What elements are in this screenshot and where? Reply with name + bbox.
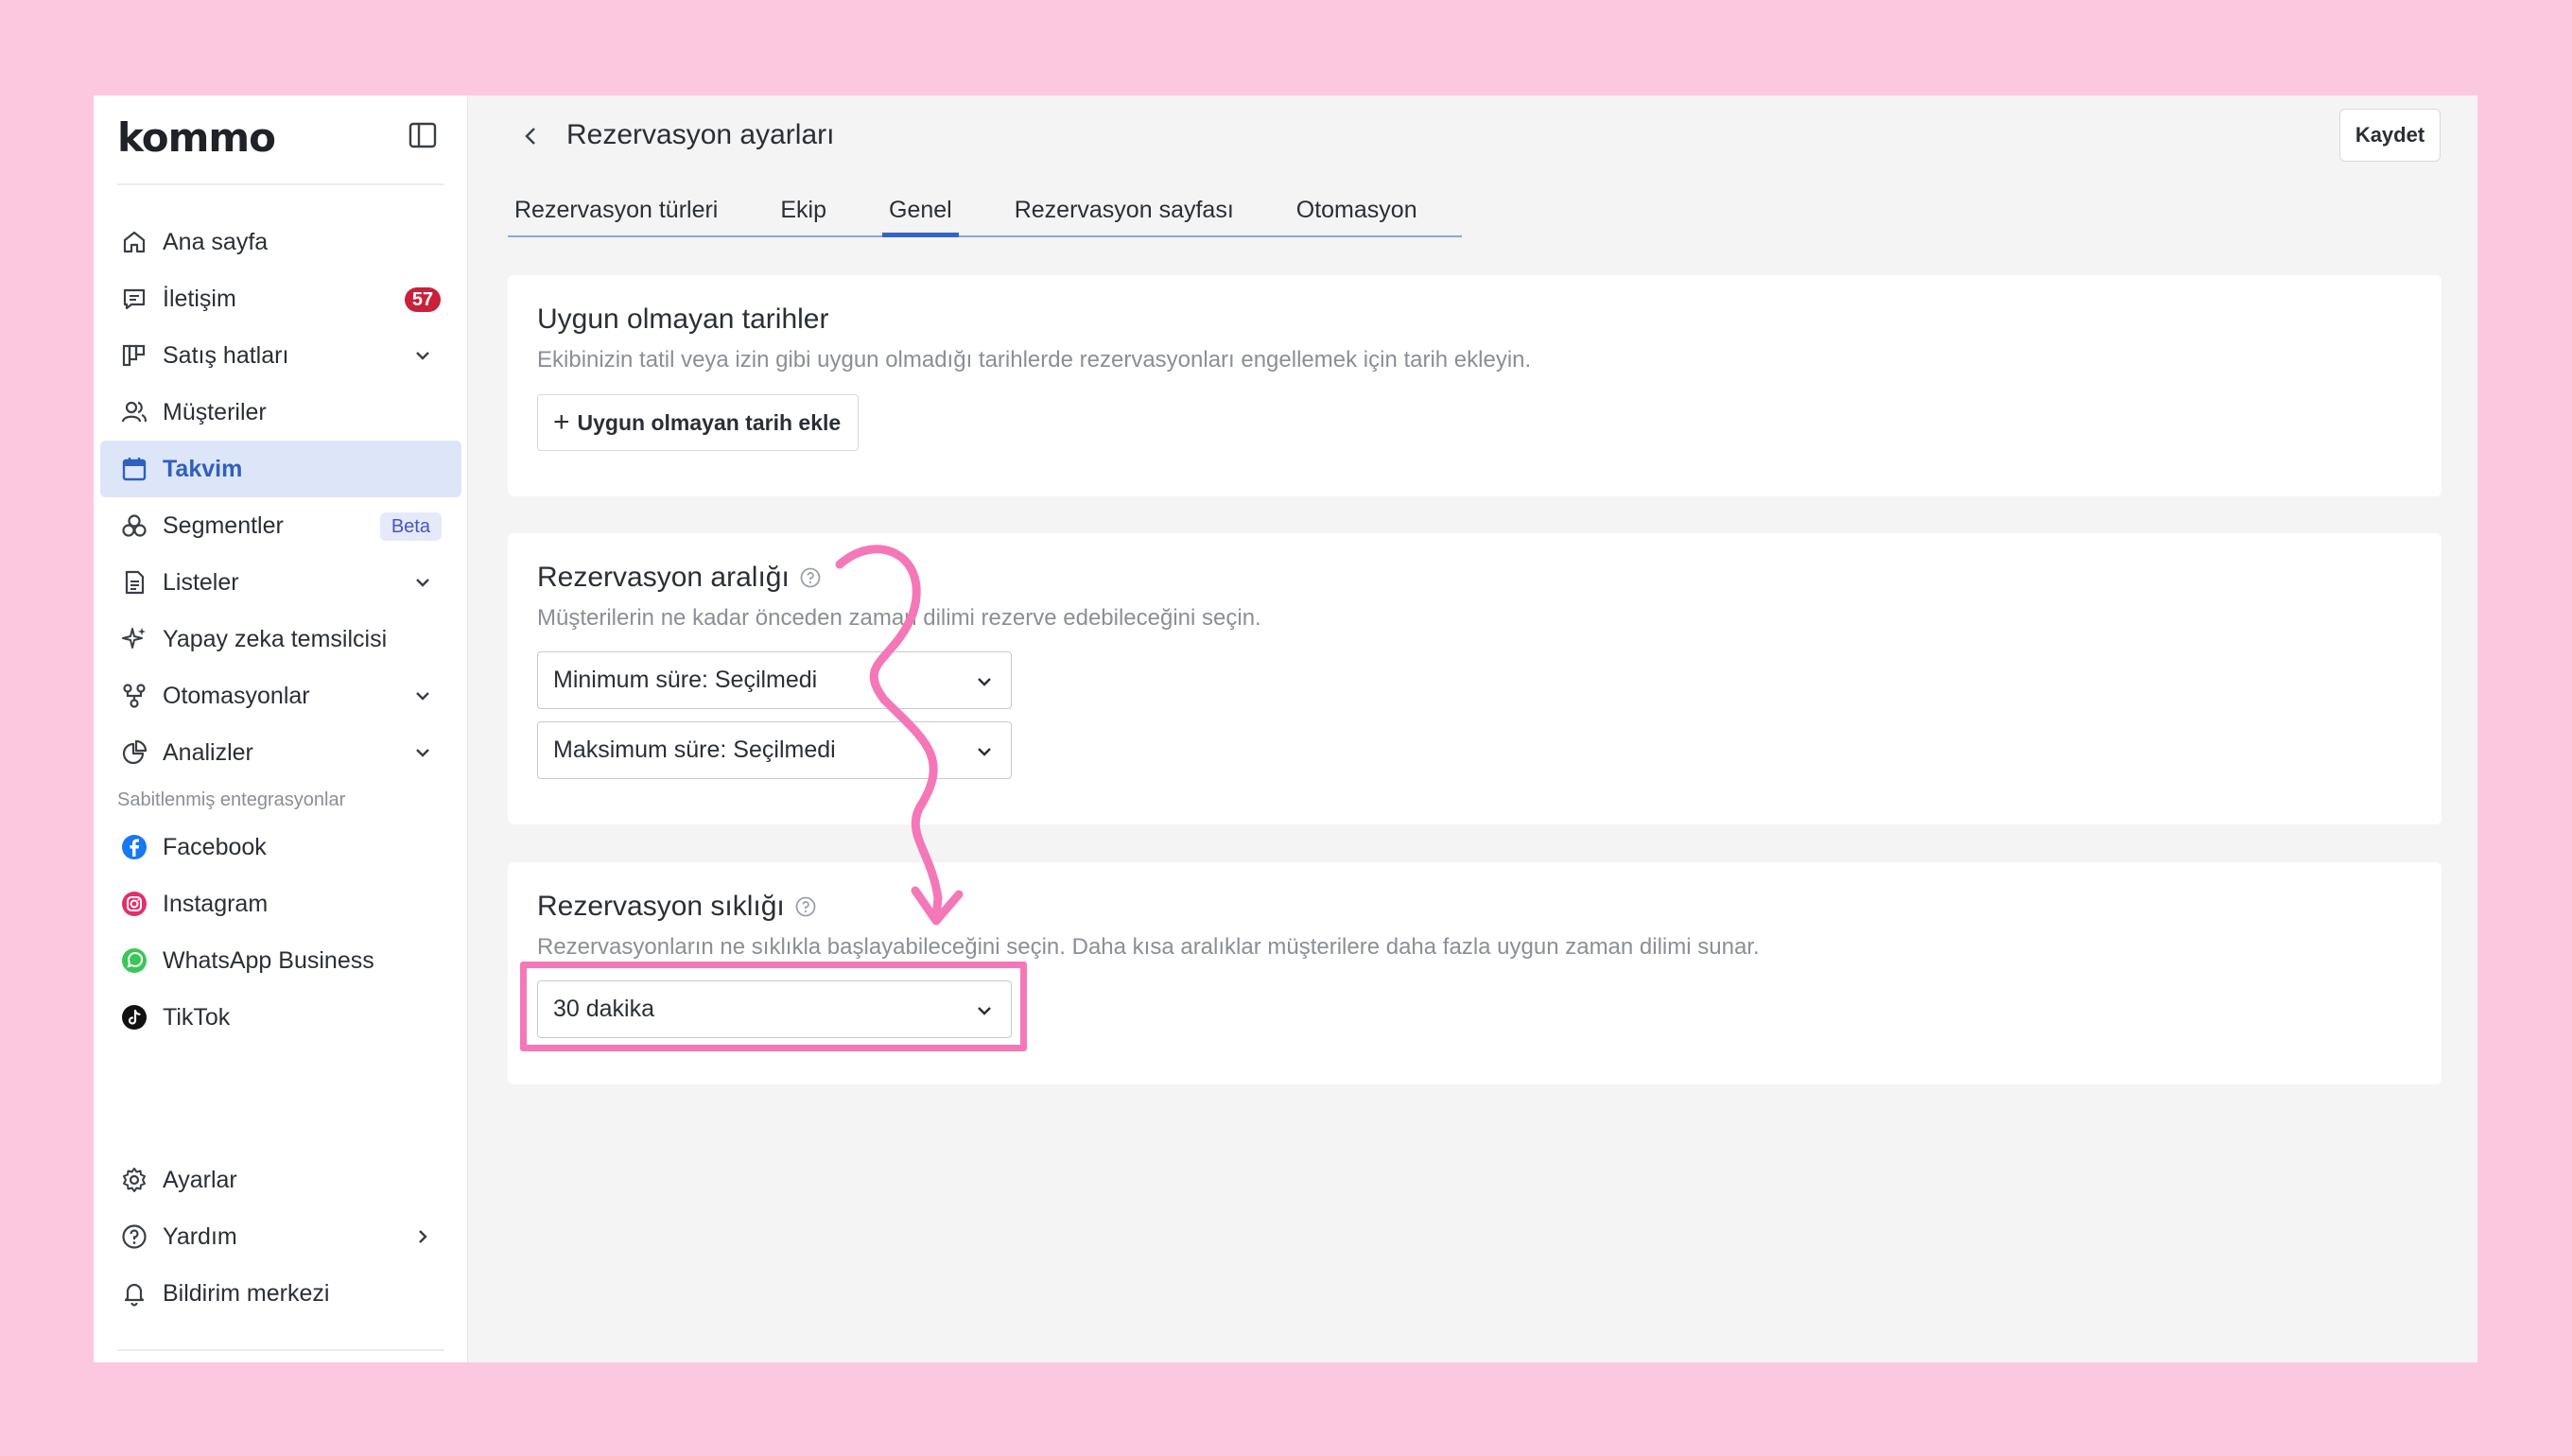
annotation-arrow	[835, 545, 964, 926]
